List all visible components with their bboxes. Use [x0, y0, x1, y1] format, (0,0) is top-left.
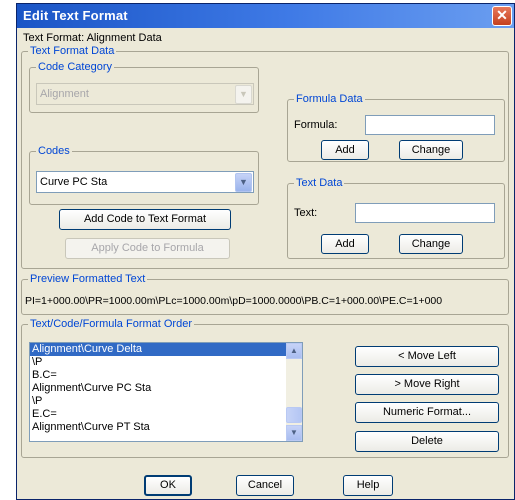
list-item[interactable]: Alignment\Curve Delta [30, 343, 302, 356]
text-data-title: Text Data [294, 177, 345, 189]
text-format-label: Text Format: Alignment Data [23, 32, 162, 44]
apply-code-to-formula-button[interactable]: Apply Code to Formula [65, 238, 230, 259]
list-item[interactable]: E.C= [30, 408, 302, 421]
formula-label: Formula: [294, 119, 338, 131]
ok-button[interactable]: OK [144, 475, 192, 496]
formula-data-title: Formula Data [294, 93, 365, 105]
move-right-button[interactable]: > Move Right [355, 374, 499, 395]
code-category-group: Code Category Alignment ▼ [29, 61, 259, 113]
codes-value: Curve PC Sta [40, 176, 108, 188]
formula-input[interactable] [365, 115, 495, 135]
preview-group: Preview Formatted Text PI=1+000.00\PR=10… [21, 273, 509, 315]
title-bar[interactable]: Edit Text Format ✕ [17, 4, 514, 28]
scroll-up-icon[interactable]: ▲ [286, 343, 302, 359]
text-change-button[interactable]: Change [399, 234, 463, 254]
formula-change-button[interactable]: Change [399, 140, 463, 160]
codes-group: Codes Curve PC Sta ▼ [29, 145, 259, 205]
text-add-button[interactable]: Add [321, 234, 369, 254]
code-category-select[interactable]: Alignment ▼ [36, 83, 254, 105]
format-order-list[interactable]: Alignment\Curve Delta \P B.C= Alignment\… [29, 342, 303, 442]
add-code-to-text-format-button[interactable]: Add Code to Text Format [59, 209, 231, 230]
preview-text: PI=1+000.00\PR=1000.00m\PLc=1000.00m\pD=… [25, 295, 443, 307]
chevron-down-icon[interactable]: ▼ [235, 85, 252, 104]
preview-title: Preview Formatted Text [28, 273, 148, 285]
list-item[interactable]: Alignment\Curve PC Sta [30, 382, 302, 395]
text-label: Text: [294, 207, 318, 219]
text-input[interactable] [355, 203, 495, 223]
list-scrollbar[interactable]: ▲ ▼ [286, 343, 302, 441]
help-button[interactable]: Help [343, 475, 393, 496]
codes-title: Codes [36, 145, 72, 157]
text-format-data-title: Text Format Data [28, 45, 117, 57]
list-item[interactable]: Alignment\Curve PT Sta [30, 421, 302, 434]
formula-data-group: Formula Data Formula: Add Change [287, 93, 505, 162]
close-button[interactable]: ✕ [492, 6, 512, 26]
code-category-title: Code Category [36, 61, 114, 73]
list-item[interactable]: \P [30, 356, 302, 369]
format-order-group: Text/Code/Formula Format Order Alignment… [21, 318, 509, 458]
numeric-format-button[interactable]: Numeric Format... [355, 402, 499, 423]
codes-select[interactable]: Curve PC Sta ▼ [36, 171, 254, 193]
format-order-title: Text/Code/Formula Format Order [28, 318, 194, 330]
text-format-data-group: Text Format Data Code Category Alignment… [21, 45, 509, 269]
close-icon: ✕ [496, 7, 508, 23]
cancel-button[interactable]: Cancel [236, 475, 294, 496]
scroll-thumb[interactable] [286, 407, 302, 423]
edit-text-format-dialog: Edit Text Format ✕ Text Format: Alignmen… [16, 3, 515, 500]
dialog-title: Edit Text Format [23, 8, 128, 23]
delete-button[interactable]: Delete [355, 431, 499, 452]
text-data-group: Text Data Text: Add Change [287, 177, 505, 259]
scroll-down-icon[interactable]: ▼ [286, 425, 302, 441]
list-item[interactable]: \P [30, 395, 302, 408]
code-category-value: Alignment [40, 88, 89, 100]
chevron-down-icon[interactable]: ▼ [235, 173, 252, 192]
formula-add-button[interactable]: Add [321, 140, 369, 160]
list-item[interactable]: B.C= [30, 369, 302, 382]
move-left-button[interactable]: < Move Left [355, 346, 499, 367]
